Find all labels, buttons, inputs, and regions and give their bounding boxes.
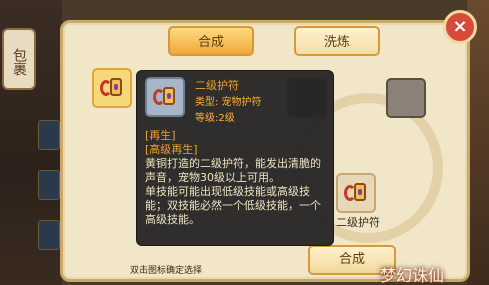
tooltip-item-icon (145, 77, 185, 117)
item-tooltip: 二级护符 类型: 宠物护符 等级:2级 [再生] [高级再生] 黄铜打造的二级护… (136, 70, 334, 246)
tooltip-desc-1: 黄铜打造的二级护符，能发出清脆的声音，宠物30级以上可用。 (145, 157, 321, 184)
tab-compose[interactable]: 合成 (168, 26, 254, 56)
hint-text: 双击图标确定选择 (130, 266, 203, 276)
close-icon[interactable]: × (443, 10, 477, 44)
tooltip-tag-1: [再生] (145, 129, 176, 142)
tooltip-description: [再生] [高级再生] 黄铜打造的二级护符，能发出清脆的声音，宠物30级以上可用… (145, 129, 327, 227)
amulet-icon (342, 179, 370, 207)
amulet-icon (98, 74, 126, 102)
side-slot[interactable] (38, 220, 60, 250)
background-right (467, 0, 489, 285)
tooltip-item-name: 二级护符 (195, 79, 239, 92)
tooltip-item-level: 等级:2级 (195, 113, 235, 124)
side-slot[interactable] (38, 120, 60, 150)
material-slot-2[interactable] (386, 78, 426, 118)
bag-tab[interactable]: 包裹 (2, 28, 36, 90)
result-slot[interactable] (336, 173, 376, 213)
result-item-name: 二级护符 (336, 216, 380, 229)
inventory-item-slot[interactable] (92, 68, 132, 108)
bag-tab-label: 包裹 (11, 48, 27, 76)
game-logo: 梦幻诛仙 (380, 266, 445, 285)
tooltip-item-type: 类型: 宠物护符 (195, 97, 262, 108)
amulet-icon (151, 83, 179, 111)
side-slot[interactable] (38, 170, 60, 200)
tooltip-desc-2: 单技能可能出现低级技能或高级技能；双技能必然一个低级技能，一个高级技能。 (145, 185, 321, 226)
tab-refine[interactable]: 洗炼 (294, 26, 380, 56)
tooltip-tag-2: [高级再生] (145, 143, 198, 156)
tab-bar: 合成 洗炼 (168, 26, 380, 56)
